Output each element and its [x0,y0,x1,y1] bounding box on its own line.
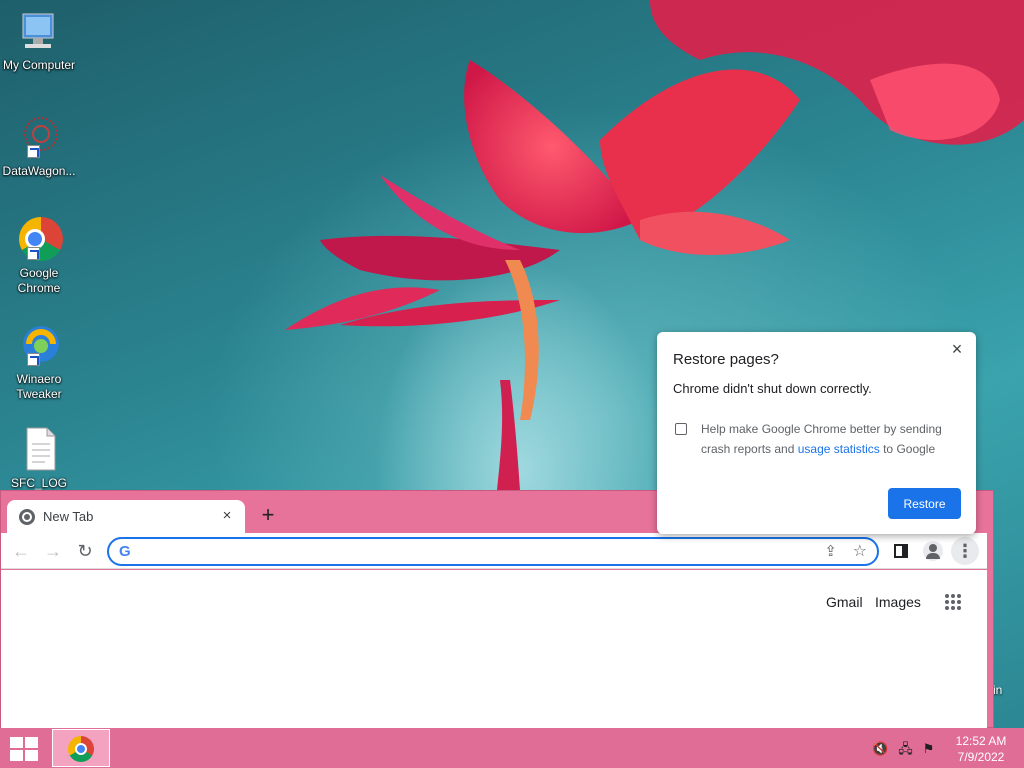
shortcut-arrow-icon [27,145,40,158]
profile-button[interactable] [919,537,947,565]
volume-muted-icon[interactable]: 🔇 [872,741,898,756]
desktop-icon-my-computer[interactable]: My Computer [2,8,76,73]
usage-statistics-link[interactable]: usage statistics [798,442,880,456]
taskbar-chrome-button[interactable] [52,729,110,767]
menu-button[interactable]: ⋮ [951,537,979,565]
taskbar-clock[interactable]: 12:52 AM 7/9/2022 [950,733,1012,765]
desktop-icon-label: Google Chrome [17,266,61,295]
dialog-message: Chrome didn't shut down correctly. [673,381,872,396]
clock-date: 7/9/2022 [957,750,1005,764]
winaero-icon [15,322,63,370]
profile-avatar-icon [923,541,943,561]
restore-pages-dialog: Restore pages? × Chrome didn't shut down… [657,332,976,534]
shortcut-arrow-icon [27,247,40,260]
tab-new-tab[interactable]: New Tab × [7,500,245,533]
dialog-close-icon[interactable]: × [946,338,968,360]
images-link[interactable]: Images [875,594,921,610]
desktop-icon-label: My Computer [2,58,76,72]
share-icon[interactable]: ⇪ [824,542,837,560]
reload-button[interactable]: ↻ [71,537,99,565]
help-text-suffix: to Google [879,442,936,456]
google-g-icon: G [119,543,131,560]
desktop-icon-label: SFC_LOG [10,476,67,490]
action-center-icon[interactable]: ⚑ [923,741,945,756]
shortcut-arrow-icon [27,353,40,366]
gmail-link[interactable]: Gmail [826,594,863,610]
tab-title: New Tab [43,509,94,524]
desktop-icon-google-chrome[interactable]: Google Chrome [2,216,76,296]
computer-icon [15,8,63,56]
network-icon[interactable]: 🖧 [898,741,923,756]
dialog-title: Restore pages? [673,351,779,368]
side-panel-button[interactable] [887,537,915,565]
desktop-icon-datawagon[interactable]: DataWagon... [2,114,76,179]
address-input[interactable] [139,542,819,562]
address-bar[interactable]: G ⇪ ☆ [107,537,879,566]
crash-report-label: Help make Google Chrome better by sendin… [701,419,961,459]
clock-time: 12:52 AM [955,734,1007,748]
partial-desktop-label: in [993,683,1003,697]
start-button[interactable] [8,736,38,761]
desktop-icon-winaero-tweaker[interactable]: Winaero Tweaker [2,322,76,402]
forward-button[interactable]: → [39,537,67,565]
desktop-icon-label: Winaero Tweaker [16,372,62,401]
new-tab-page: Gmail Images [1,570,987,729]
chrome-icon [68,736,94,762]
desktop-icon-label: DataWagon... [2,164,76,178]
tab-close-icon[interactable]: × [217,506,237,526]
bookmark-star-icon[interactable]: ☆ [853,541,867,561]
side-panel-icon [894,544,908,558]
restore-button[interactable]: Restore [888,488,961,519]
desktop-icon-sfc-log[interactable]: SFC_LOG [2,426,76,491]
datawagon-icon [15,114,63,162]
back-button[interactable]: ← [7,537,35,565]
crash-report-checkbox[interactable] [675,423,687,435]
document-icon [15,426,63,474]
taskbar: 🔇🖧⚑ 12:52 AM 7/9/2022 [0,728,1024,768]
google-apps-icon[interactable] [945,594,961,610]
chrome-icon [15,216,63,264]
chrome-favicon-icon [19,509,35,525]
browser-toolbar: ← → ↻ G ⇪ ☆ ⋮ [1,533,987,569]
system-tray: 🔇🖧⚑ [872,740,944,762]
new-tab-button[interactable]: + [255,503,281,529]
